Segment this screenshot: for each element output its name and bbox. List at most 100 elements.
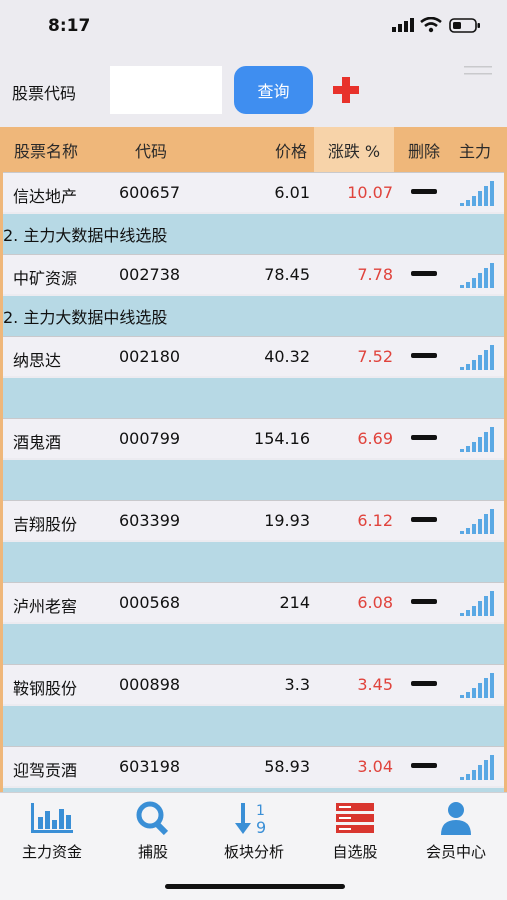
header-delete: 删除 (408, 141, 441, 161)
delete-icon[interactable] (411, 271, 437, 276)
table-row[interactable]: 纳思达 002180 40.32 7.52 (3, 336, 504, 418)
search-icon (136, 801, 169, 835)
stock-name[interactable]: 酒鬼酒 (13, 429, 61, 453)
stock-name[interactable]: 纳思达 (13, 347, 61, 371)
stock-table[interactable]: 信达地产 600657 6.01 10.07 2. 主力大数据中线选股中矿资源 00273… (0, 172, 507, 792)
signal-bars-icon[interactable] (459, 179, 497, 207)
row-main[interactable]: 泸州老窖 000568 214 6.08 (3, 582, 504, 622)
tab-label: 板块分析 (223, 843, 284, 861)
signal-bars-icon[interactable] (459, 589, 497, 617)
delete-icon[interactable] (411, 189, 437, 194)
row-main[interactable]: 鞍钢股份 000898 3.3 3.45 (3, 664, 504, 704)
tab-label: 主力资金 (21, 843, 82, 861)
stock-change: 3.04 (357, 757, 393, 776)
signal-bars-icon[interactable] (459, 753, 497, 781)
header-code[interactable]: 代码 (135, 127, 167, 172)
delete-icon[interactable] (411, 517, 437, 522)
stock-change: 7.52 (357, 347, 393, 366)
delete-icon[interactable] (411, 599, 437, 604)
table-row[interactable]: 信达地产 600657 6.01 10.07 2. 主力大数据中线选股 (3, 172, 504, 254)
table-row[interactable]: 泸州老窖 000568 214 6.08 (3, 582, 504, 664)
table-header: 股票名称 代码 价格 涨跌 % 删除 主力 (0, 127, 507, 172)
stock-name[interactable]: 泸州老窖 (13, 593, 77, 617)
sort-icon: 1 9 (235, 803, 266, 835)
header-name[interactable]: 股票名称 (14, 127, 78, 172)
stock-change: 10.07 (347, 183, 393, 202)
stock-price: 214 (279, 593, 310, 612)
header-change[interactable]: 涨跌 % (314, 127, 394, 172)
tab-capture[interactable]: 捕股 (103, 801, 203, 862)
stock-name[interactable]: 鞍钢股份 (13, 675, 77, 699)
table-row[interactable]: 吉翔股份 603399 19.93 6.12 (3, 500, 504, 582)
stock-price: 154.16 (254, 429, 310, 448)
stock-price: 40.32 (264, 347, 310, 366)
bar-chart-icon (31, 803, 73, 833)
signal-bars-icon[interactable] (459, 425, 497, 453)
stock-name[interactable]: 吉翔股份 (13, 511, 77, 535)
menu-icon[interactable] (464, 64, 492, 82)
query-button[interactable]: 查询 (234, 66, 313, 114)
row-main[interactable]: 吉翔股份 603399 19.93 6.12 (3, 500, 504, 540)
stock-name[interactable]: 信达地产 (13, 183, 77, 207)
signal-bars-icon[interactable] (459, 507, 497, 535)
stock-code-input[interactable] (110, 66, 222, 114)
row-main[interactable]: 酒鬼酒 000799 154.16 6.69 (3, 418, 504, 458)
stock-name[interactable]: 中矿资源 (13, 265, 77, 289)
row-note-text: 2. 主力大数据中线选股 (3, 226, 168, 245)
signal-bars-icon[interactable] (459, 671, 497, 699)
tab-label: 会员中心 (425, 843, 486, 861)
stock-code: 000799 (119, 429, 181, 448)
stock-code: 002738 (119, 265, 181, 284)
delete-icon[interactable] (411, 681, 437, 686)
delete-icon[interactable] (411, 435, 437, 440)
table-row[interactable]: 迎驾贡酒 603198 58.93 3.04 (3, 746, 504, 792)
row-main[interactable]: 中矿资源 002738 78.45 7.78 (3, 254, 504, 294)
status-time: 8:17 (48, 16, 91, 36)
wifi-icon (420, 17, 442, 33)
signal-bars-icon[interactable] (459, 261, 497, 289)
stock-change: 7.78 (357, 265, 393, 284)
stock-code: 603399 (119, 511, 181, 530)
stock-change: 3.45 (357, 675, 393, 694)
tab-member-center[interactable]: 会员中心 (406, 801, 506, 862)
stock-price: 6.01 (274, 183, 310, 202)
stock-price: 78.45 (264, 265, 310, 284)
search-row: 股票代码 查询 (0, 60, 507, 120)
stock-price: 58.93 (264, 757, 310, 776)
home-indicator[interactable] (165, 884, 345, 889)
svg-text:9: 9 (256, 818, 266, 835)
delete-icon[interactable] (411, 763, 437, 768)
row-note (3, 624, 504, 664)
header-price[interactable]: 价格 (275, 127, 307, 172)
add-icon[interactable] (332, 76, 360, 104)
stock-change: 6.08 (357, 593, 393, 612)
table-row[interactable]: 酒鬼酒 000799 154.16 6.69 (3, 418, 504, 500)
row-main[interactable]: 迎驾贡酒 603198 58.93 3.04 (3, 746, 504, 786)
stock-change: 6.69 (357, 429, 393, 448)
svg-text:1: 1 (256, 803, 265, 819)
table-row[interactable]: 中矿资源 002738 78.45 7.78 2. 主力大数据中线选股 (3, 254, 504, 336)
server-icon (336, 803, 374, 833)
stock-code-label: 股票代码 (12, 84, 77, 103)
row-main[interactable]: 信达地产 600657 6.01 10.07 (3, 172, 504, 212)
stock-price: 3.3 (284, 675, 310, 694)
row-note (3, 706, 504, 746)
status-bar: 8:17 (0, 0, 507, 52)
signal-bars-icon[interactable] (459, 343, 497, 371)
row-note (3, 378, 504, 418)
stock-code: 000568 (119, 593, 181, 612)
row-main[interactable]: 纳思达 002180 40.32 7.52 (3, 336, 504, 376)
tab-watchlist[interactable]: 自选股 (305, 801, 405, 862)
tab-main-fund[interactable]: 主力资金 (2, 801, 102, 862)
table-row[interactable]: 鞍钢股份 000898 3.3 3.45 (3, 664, 504, 746)
tab-sector-analysis[interactable]: 1 9 板块分析 (204, 801, 304, 862)
header-main: 主力 (459, 141, 492, 161)
stock-price: 19.93 (264, 511, 310, 530)
tab-label: 自选股 (332, 843, 378, 861)
row-note: 2. 主力大数据中线选股 (3, 214, 504, 254)
tab-label: 捕股 (137, 843, 168, 861)
row-note (3, 542, 504, 582)
stock-code: 600657 (119, 183, 181, 202)
stock-name[interactable]: 迎驾贡酒 (13, 757, 77, 781)
delete-icon[interactable] (411, 353, 437, 358)
